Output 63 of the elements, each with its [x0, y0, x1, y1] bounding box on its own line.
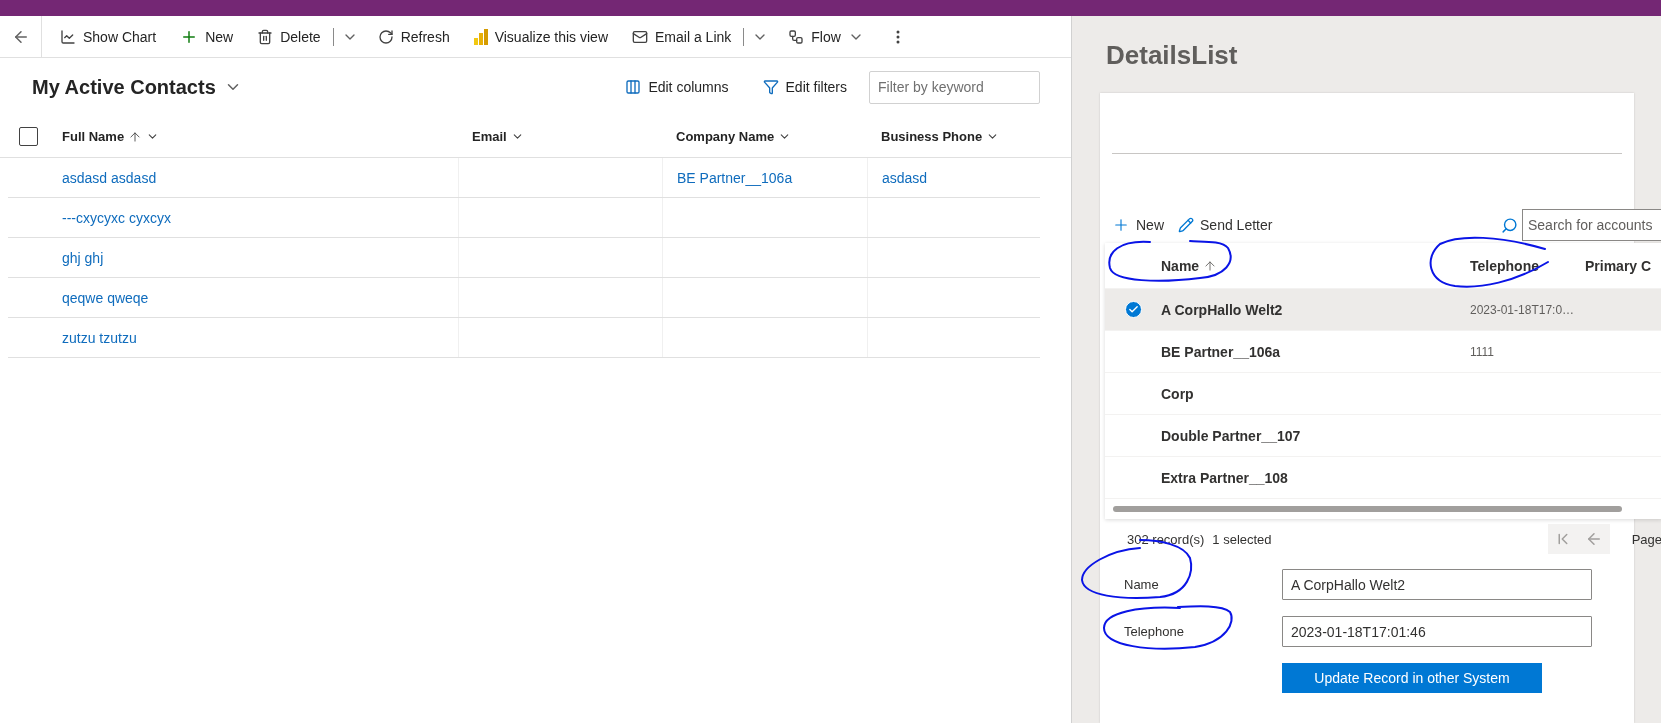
column-header[interactable]: Telephone	[1470, 257, 1585, 274]
check-icon	[1124, 301, 1142, 319]
edit-columns-button[interactable]: Edit columns	[613, 79, 741, 95]
column-header[interactable]: Name	[1161, 257, 1470, 274]
update-record-button[interactable]: Update Record in other System	[1282, 663, 1542, 694]
text-field[interactable]: 2023-01-18T17:01:46	[1282, 616, 1592, 648]
bar-chart-icon	[473, 28, 488, 45]
toolbar-button[interactable]: Send Letter	[1178, 217, 1279, 234]
column-header[interactable]: Company Name	[662, 115, 867, 158]
pencil-icon	[1178, 217, 1194, 234]
telephone-text: 1111	[1470, 344, 1496, 359]
mail-icon	[632, 28, 649, 45]
account-name: A CorpHallo Welt2	[1161, 301, 1284, 318]
edit-filters-button[interactable]: Edit filters	[750, 79, 859, 95]
list-row[interactable]: BE Partner__106a 1111	[1105, 331, 1661, 374]
flow-icon	[788, 28, 805, 45]
record-link[interactable]: qeqwe qweqe	[62, 289, 149, 306]
column-header[interactable]: Full Name	[48, 115, 458, 158]
field-label: Telephone	[1124, 624, 1184, 640]
search-icon	[1501, 216, 1518, 234]
toolbar-button[interactable]: New	[1112, 216, 1170, 235]
account-name: Double Partner__107	[1161, 427, 1302, 444]
sort-arrow-icon	[1203, 258, 1218, 273]
record-link[interactable]: BE Partner__106a	[677, 169, 793, 186]
page-label: Page	[1631, 531, 1661, 547]
command-button[interactable]: Email a Link	[620, 15, 744, 58]
record-link[interactable]: zutzu tzutzu	[62, 329, 137, 346]
panel-title: DetailsList	[1106, 40, 1239, 72]
list-row[interactable]: Double Partner__107	[1105, 415, 1661, 458]
telephone-text: 2023-01-18T17:0…	[1470, 302, 1576, 317]
search-field[interactable]: Search for accounts	[1522, 209, 1661, 242]
list-row[interactable]: Extra Partner__108	[1105, 457, 1661, 500]
list-row[interactable]: Corp	[1105, 373, 1661, 416]
column-header[interactable]: Primary C	[1585, 257, 1661, 274]
record-link[interactable]: asdasd	[882, 169, 928, 186]
command-button[interactable]: Delete	[245, 15, 333, 58]
chart-icon	[60, 28, 76, 45]
account-name: Corp	[1161, 385, 1195, 402]
more-icon	[895, 29, 900, 44]
record-link[interactable]: ---cxycyxc cyxcyx	[62, 209, 171, 226]
trash-icon	[257, 28, 274, 45]
field-label: Name	[1124, 577, 1159, 593]
account-name: BE Partner__106a	[1161, 343, 1282, 360]
record-link[interactable]: ghj ghj	[62, 249, 104, 266]
columns-icon	[625, 79, 642, 95]
command-button[interactable]: Visualize this view	[461, 15, 621, 58]
account-name: Extra Partner__108	[1161, 469, 1289, 486]
filter-icon	[762, 79, 779, 95]
text-field[interactable]: A CorpHallo Welt2	[1282, 569, 1592, 601]
command-button[interactable]: Refresh	[365, 15, 462, 58]
record-link[interactable]: asdasd asdasd	[62, 169, 157, 186]
select-all-checkbox[interactable]	[18, 127, 38, 146]
command-button[interactable]: New	[168, 15, 246, 58]
filter-field[interactable]: Filter by keyword	[869, 70, 1040, 104]
scrollbar-thumb[interactable]	[1113, 506, 1622, 513]
command-button[interactable]: Flow	[776, 15, 876, 58]
command-button[interactable]: Show Chart	[48, 15, 169, 58]
view-selector[interactable]: My Active Contacts	[32, 75, 242, 99]
refresh-icon	[377, 28, 394, 45]
list-row[interactable]: A CorpHallo Welt2 2023-01-18T17:0…	[1105, 289, 1661, 332]
column-header[interactable]: Email	[458, 115, 662, 158]
selection-count: 1 selected	[1212, 531, 1272, 547]
column-header[interactable]: Business Phone	[867, 115, 1040, 158]
